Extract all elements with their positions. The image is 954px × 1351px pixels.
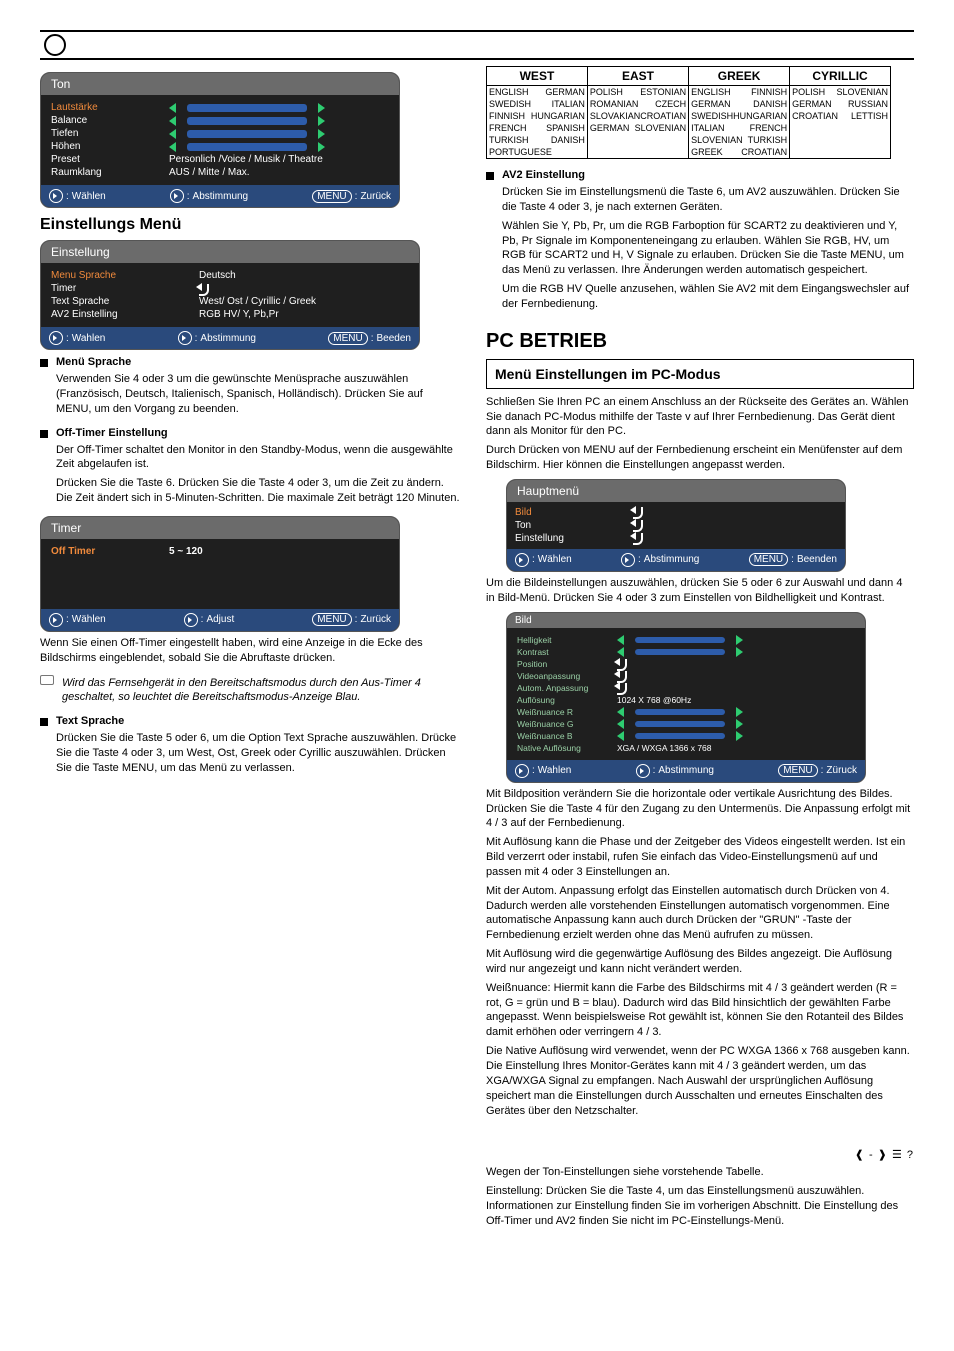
menu-pill-icon: MENU [328, 332, 367, 345]
lang-cell [790, 146, 891, 159]
left-right-icon [184, 613, 198, 627]
enter-icon [633, 520, 647, 530]
note-icon [40, 675, 54, 685]
enter-icon [617, 671, 631, 681]
offtimer-note2: Wird das Fernsehgerät in den Bereitschaf… [40, 672, 460, 710]
lang-cell: GREEKCROATIAN [689, 146, 790, 159]
lang-cell: FINNISHHUNGARIAN [487, 110, 588, 122]
bullet-icon [40, 359, 48, 367]
bullet-icon [486, 172, 494, 180]
menu-pill-icon: MENU [312, 613, 351, 626]
enter-icon [617, 659, 631, 669]
left-right-icon [621, 553, 635, 567]
menusprache-block: Menü Sprache Verwenden Sie 4 oder 3 um d… [40, 356, 460, 421]
lang-cell: CROATIANLETTISH [790, 110, 891, 122]
bullet-icon [40, 430, 48, 438]
lang-cell: GERMANDANISH [689, 98, 790, 110]
up-down-icon [49, 613, 63, 627]
bullet-icon [40, 718, 48, 726]
enter-icon [633, 533, 647, 543]
lang-cell: GERMANRUSSIAN [790, 98, 891, 110]
setup-osd: Einstellung Menu SpracheDeutsch Timer Te… [40, 240, 420, 350]
up-down-icon [515, 553, 529, 567]
lang-cell: SWEDISHITALIAN [487, 98, 588, 110]
offtimer-note1: Wenn Sie einen Off-Timer eingestellt hab… [40, 636, 460, 666]
lang-cell: SLOVAKIANCROATIAN [587, 110, 688, 122]
lang-cell: TURKISHDANISH [487, 134, 588, 146]
hauptmenu-osd: Hauptmenü Bild Ton Einstellung : Wählen … [506, 479, 846, 572]
lang-cell: ENGLISHGERMAN [487, 86, 588, 99]
up-down-icon [49, 189, 63, 203]
menu-pill-icon: MENU [312, 190, 351, 203]
menu-pill-icon: MENU [749, 553, 788, 566]
menu-pill-icon: MENU [778, 764, 817, 777]
left-right-icon [170, 189, 184, 203]
enter-icon [199, 284, 213, 294]
lang-cell: ENGLISHFINNISH [689, 86, 790, 99]
lang-cell [587, 146, 688, 159]
timer-osd: Timer Off Timer 5 ~ 120 : Wählen : Adjus… [40, 516, 400, 632]
left-right-icon [636, 764, 650, 778]
bild-pc-osd: Bild Helligkeit Kontrast Position Videoa… [506, 612, 866, 783]
lang-cell: ROMANIANCZECH [587, 98, 688, 110]
lang-cell: POLISHSLOVENIAN [790, 86, 891, 99]
binder-hole-left [44, 34, 66, 56]
lang-cell: GERMANSLOVENIAN [587, 122, 688, 134]
av2-block: AV2 Einstellung Drücken Sie im Einstellu… [486, 169, 914, 316]
up-down-icon [49, 331, 63, 345]
page-number-glyphs: ❰ - ❱ ☰ ? [486, 1148, 914, 1161]
lang-cell: ITALIANFRENCH [689, 122, 790, 134]
text-language-table: WEST EAST GREEK CYRILLIC ENGLISHGERMANPO… [486, 66, 891, 159]
up-down-icon [515, 764, 529, 778]
lang-cell: SWEDISHHUNGARIAN [689, 110, 790, 122]
pc-betrieb-title: PC BETRIEB [486, 330, 914, 353]
lang-cell: SLOVENIANTURKISH [689, 134, 790, 146]
enter-icon [617, 683, 631, 693]
lang-cell: PORTUGUESE [487, 146, 588, 159]
enter-icon [633, 507, 647, 517]
textsprache-block: Text Sprache Drücken Sie die Taste 5 ode… [40, 715, 460, 780]
left-right-icon [178, 331, 192, 345]
lang-cell [790, 134, 891, 146]
lang-cell: FRENCHSPANISH [487, 122, 588, 134]
ton-osd: Ton Lautstärke Balance Tiefen Höhen Pres… [40, 72, 400, 208]
ton-osd-title: Ton [41, 73, 399, 95]
pc-sub-title: Menü Einstellungen im PC-Modus [486, 359, 914, 389]
page-header-bar [40, 30, 914, 60]
offtimer-block: Off-Timer Einstellung Der Off-Timer scha… [40, 427, 460, 510]
lang-cell: POLISHESTONIAN [587, 86, 688, 99]
lang-cell [790, 122, 891, 134]
lang-cell [587, 134, 688, 146]
setup-heading: Einstellungs Menü [40, 216, 460, 234]
